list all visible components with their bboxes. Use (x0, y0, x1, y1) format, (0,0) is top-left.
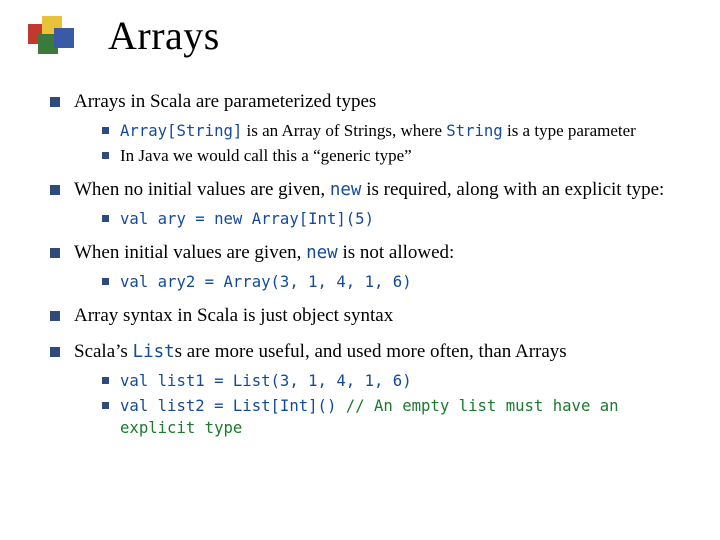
logo-icon (28, 16, 84, 64)
sub-bullet: val list2 = List[Int]() // An empty list… (102, 395, 700, 438)
bullet-lists: Scala’s Lists are more useful, and used … (50, 340, 700, 438)
sub-bullet: val ary = new Array[Int](5) (102, 208, 700, 229)
sub-bullet: val ary2 = Array(3, 1, 4, 1, 6) (102, 271, 700, 292)
bullet-object-syntax: Array syntax in Scala is just object syn… (50, 304, 700, 328)
slide-body: Arrays in Scala are parameterized types … (50, 90, 700, 450)
sub-bullet: val list1 = List(3, 1, 4, 1, 6) (102, 370, 700, 391)
bullet-with-initial: When initial values are given, new is no… (50, 241, 700, 292)
bullet-no-initial: When no initial values are given, new is… (50, 178, 700, 229)
sub-bullet: In Java we would call this a “generic ty… (102, 145, 700, 166)
slide-title: Arrays (108, 12, 220, 59)
bullet-parameterized: Arrays in Scala are parameterized types … (50, 90, 700, 166)
slide: Arrays Arrays in Scala are parameterized… (0, 0, 720, 540)
sub-bullet: Array[String] is an Array of Strings, wh… (102, 120, 700, 141)
